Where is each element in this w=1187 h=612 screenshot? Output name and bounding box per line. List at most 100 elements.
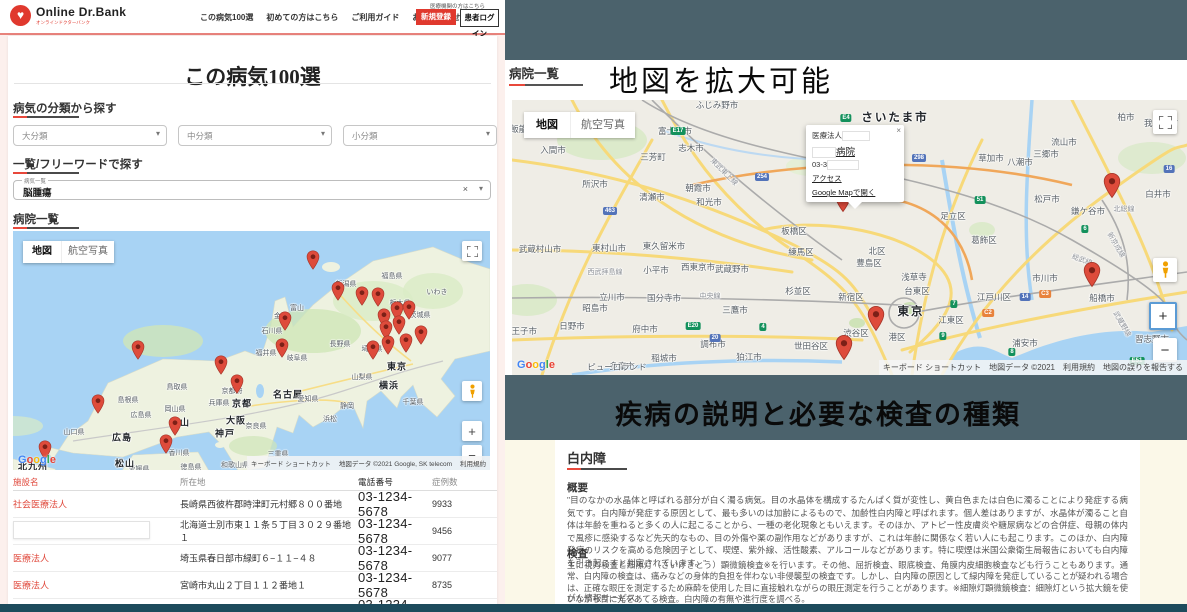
top-slate-band bbox=[505, 0, 1187, 60]
map-place-label: 鎌ケ谷市 bbox=[1071, 205, 1105, 217]
tokyo-map[interactable]: ふじみ野市富士見市さいたま市武蔵野線柏市我孫子市飯能市狭山市入間市三芳町志木市東… bbox=[512, 100, 1187, 375]
popup-access-link[interactable]: アクセス bbox=[812, 173, 898, 184]
map-pin-icon[interactable] bbox=[92, 394, 105, 419]
map-type-toggle: 地図 航空写真 bbox=[524, 112, 635, 138]
select-medium-category[interactable]: 中分類 ▾ bbox=[178, 125, 332, 146]
japan-map[interactable]: 新潟県福島県いわき栃木県茨城県富山金沢石川県福井県長野県埼玉県岐阜県山梨県東京横… bbox=[13, 231, 490, 470]
chevron-down-icon[interactable]: ▾ bbox=[479, 184, 483, 193]
keyboard-shortcuts-link[interactable]: キーボード ショートカット bbox=[883, 362, 981, 373]
left-browser-page: ♥ Online Dr.Bank オンラインドクターバンク この病気100選 初め… bbox=[0, 0, 505, 612]
road-shield-icon: 298 bbox=[912, 154, 926, 162]
close-icon[interactable]: × bbox=[896, 126, 901, 135]
map-pin-icon[interactable] bbox=[836, 334, 853, 365]
table-row[interactable]: 医療法人宮崎市丸山２丁目１１２番地１03-1234-56788735 bbox=[13, 572, 497, 599]
section-rule bbox=[13, 116, 79, 118]
map-place-label: 船橋市 bbox=[1089, 292, 1115, 304]
facility-name-link[interactable]: 社会医療法人 bbox=[13, 498, 171, 511]
select-small-category[interactable]: 小分類 ▾ bbox=[343, 125, 497, 146]
map-type-satellite-button[interactable]: 航空写真 bbox=[570, 112, 635, 138]
map-place-label: 広島 bbox=[112, 431, 132, 444]
disease-description-card: 白内障 概要 "目のなかの水晶体と呼ばれる部分が白く濁る病気。目の水晶体を構成す… bbox=[555, 440, 1140, 605]
popup-open-gmap-link[interactable]: Google Mapで開く bbox=[812, 187, 898, 198]
map-place-label: 日野市 bbox=[559, 320, 585, 332]
section-rule bbox=[567, 468, 627, 470]
facility-address: 長崎県西彼杵郡時津町元村郷８００番地 bbox=[180, 498, 352, 511]
map-pin-icon[interactable] bbox=[307, 250, 320, 275]
map-pin-icon[interactable] bbox=[332, 281, 345, 306]
page-content-card: この病気100選 病気の分類から探す 大分類 ▾ 中分類 ▾ 小分類 ▾ 一覧/… bbox=[8, 36, 497, 612]
map-place-label: 杉並区 bbox=[785, 285, 811, 297]
facility-phone: 03-1234-5678 bbox=[358, 516, 430, 546]
map-pin-icon[interactable] bbox=[382, 335, 395, 360]
chevron-down-icon: ▾ bbox=[486, 129, 490, 138]
map-pin-icon[interactable] bbox=[415, 325, 428, 350]
nav-item[interactable]: 初めての方はこちら bbox=[266, 12, 338, 23]
map-pin-icon[interactable] bbox=[276, 338, 289, 363]
facility-name-link[interactable]: 医療法人 bbox=[13, 579, 171, 592]
register-button[interactable]: 新規登録 bbox=[416, 9, 456, 25]
report-map-error-link[interactable]: 地図の誤りを報告する bbox=[1103, 362, 1183, 373]
fullscreen-button[interactable] bbox=[1153, 110, 1177, 134]
map-type-map-button[interactable]: 地図 bbox=[524, 112, 570, 138]
map-pin-icon[interactable] bbox=[1104, 172, 1121, 203]
map-place-label: 葛飾区 bbox=[971, 234, 997, 246]
road-shield-icon: 7 bbox=[950, 300, 957, 308]
zoom-out-button[interactable]: − bbox=[1153, 338, 1177, 362]
zoom-in-button[interactable]: + bbox=[1149, 302, 1177, 330]
chevron-down-icon: ▾ bbox=[156, 129, 160, 138]
map-place-label: 横浜 bbox=[379, 379, 399, 392]
map-type-satellite-button[interactable]: 航空写真 bbox=[61, 241, 114, 263]
map-place-label: 浦安市 bbox=[1012, 337, 1038, 349]
map-place-label: 岐阜県 bbox=[287, 353, 308, 363]
source-link[interactable]: がん情報サービス bbox=[567, 592, 636, 604]
input-floating-label: 病気一覧 bbox=[22, 177, 48, 185]
pegman-control[interactable] bbox=[462, 381, 482, 401]
facility-name-link[interactable] bbox=[13, 521, 171, 541]
map-pin-icon[interactable] bbox=[400, 333, 413, 358]
fullscreen-button[interactable] bbox=[462, 241, 482, 261]
keyboard-shortcuts-link[interactable]: キーボード ショートカット bbox=[251, 458, 331, 468]
select-large-category[interactable]: 大分類 ▾ bbox=[13, 125, 167, 146]
map-pin-icon[interactable] bbox=[132, 340, 145, 365]
road-shield-icon: 9 bbox=[939, 332, 946, 340]
zoom-in-button[interactable]: + bbox=[462, 421, 482, 441]
terms-link[interactable]: 利用規約 bbox=[1063, 362, 1095, 373]
popup-hospital-link[interactable]: 病院 bbox=[812, 144, 898, 158]
clear-icon[interactable]: × bbox=[463, 184, 468, 194]
map-place-label: 岡山県 bbox=[165, 404, 186, 414]
map-pin-icon[interactable] bbox=[160, 434, 173, 459]
map-pin-icon[interactable] bbox=[367, 340, 380, 365]
map-pin-icon[interactable] bbox=[868, 305, 885, 336]
patient-login-button[interactable]: 患者ログイン bbox=[460, 9, 499, 27]
nav-item[interactable]: この病気100選 bbox=[200, 12, 253, 23]
brand-tagline: オンラインドクターバンク bbox=[36, 20, 126, 26]
map-pin-icon[interactable] bbox=[279, 311, 292, 336]
disease-search-input[interactable]: 病気一覧 脳腫瘍 × ▾ bbox=[13, 180, 491, 200]
redaction-box bbox=[842, 131, 870, 141]
column-header: 症例数 bbox=[432, 476, 458, 488]
map-pin-icon[interactable] bbox=[215, 355, 228, 380]
map-pin-icon[interactable] bbox=[356, 286, 369, 311]
map-place-label: 豊島区 bbox=[856, 257, 882, 269]
map-place-label: 江戸川区 bbox=[977, 291, 1011, 303]
nav-item[interactable]: ご利用ガイド bbox=[351, 12, 399, 23]
table-row[interactable]: 北海道士別市東１１条５丁目３０２９番地１03-1234-56789456 bbox=[13, 518, 497, 545]
hospital-list-heading: 病院一覧 bbox=[509, 63, 559, 82]
map-pin-icon[interactable] bbox=[1084, 261, 1101, 292]
map-type-map-button[interactable]: 地図 bbox=[23, 241, 61, 263]
terms-link[interactable]: 利用規約 bbox=[460, 458, 486, 468]
map-type-toggle: 地図 航空写真 bbox=[23, 241, 114, 263]
table-row[interactable]: 医療法人埼玉県春日部市緑町６−１１−４８03-1234-56789077 bbox=[13, 545, 497, 572]
facility-phone: 03-1234-5678 bbox=[358, 570, 430, 600]
facility-name-link[interactable]: 医療法人 bbox=[13, 552, 171, 565]
facility-phone: 03-1234-5678 bbox=[358, 489, 430, 519]
table-row[interactable]: 社会医療法人長崎県西彼杵郡時津町元村郷８００番地03-1234-56789933 bbox=[13, 491, 497, 518]
site-logo[interactable]: ♥ Online Dr.Bank オンラインドクターバンク bbox=[10, 5, 126, 26]
map-place-label: 兵庫県 bbox=[209, 398, 230, 408]
map-place-label: 福島県 bbox=[382, 271, 403, 281]
map-place-label: 和歌山県 bbox=[221, 460, 249, 470]
pegman-control[interactable] bbox=[1153, 258, 1177, 282]
fullscreen-icon bbox=[467, 246, 478, 257]
map-pin-icon[interactable] bbox=[231, 374, 244, 399]
map-place-label: 武蔵村山市 bbox=[519, 243, 562, 255]
